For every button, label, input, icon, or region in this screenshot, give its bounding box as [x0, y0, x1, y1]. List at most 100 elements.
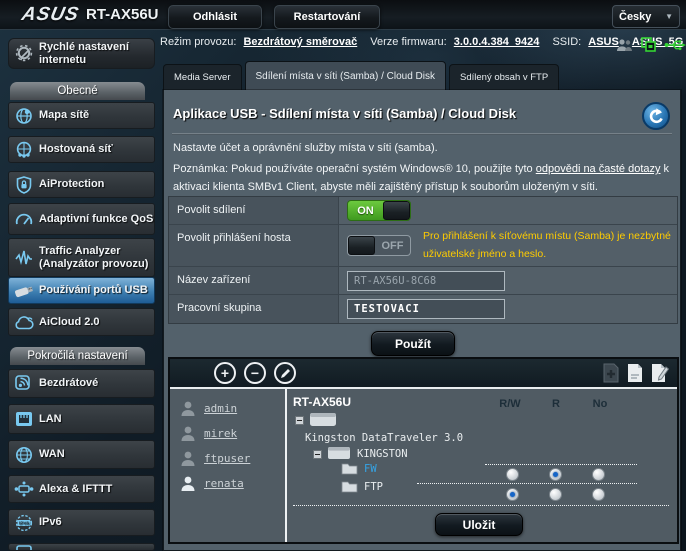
language-selector[interactable]: Česky ▼	[612, 5, 680, 28]
user-name: mirek	[204, 427, 237, 440]
ssid-24g-link[interactable]: ASUS	[588, 36, 619, 48]
sidebar-item-traffic-analyzer[interactable]: Traffic Analyzer (Analyzátor provozu)	[8, 238, 155, 277]
sidebar-item-label: Alexa & IFTTT	[39, 483, 112, 496]
share-toolbar: + −	[170, 359, 677, 389]
sidebar-item-adaptive-qos[interactable]: Adaptivní funkce QoS	[8, 203, 155, 235]
toggle-knob	[348, 236, 375, 255]
waveform-icon	[9, 250, 39, 266]
toggle-off-label: OFF	[375, 236, 410, 255]
sidebar-item-aicloud[interactable]: AiCloud 2.0	[8, 308, 155, 336]
sidebar-item-label: AiProtection	[39, 178, 104, 191]
usb-plug-icon[interactable]	[664, 38, 686, 52]
radio-fw-no[interactable]	[592, 468, 605, 481]
sidebar-item-label: LAN	[39, 413, 62, 426]
sidebar-item-network-map[interactable]: Mapa sítě	[8, 102, 155, 129]
user-icon	[180, 400, 196, 417]
partition-label[interactable]: KINGSTON	[357, 448, 408, 460]
sidebar-item-guest-network[interactable]: Hostovaná síť	[8, 136, 155, 163]
usb-disk-icon[interactable]	[309, 410, 337, 427]
operation-mode-link[interactable]: Bezdrátový směrovač	[243, 36, 357, 48]
user-icon	[180, 450, 196, 467]
tab-bar: Media Server Sdílení místa v síti (Samba…	[163, 61, 559, 90]
title-divider	[172, 133, 672, 135]
user-icon	[180, 425, 196, 442]
table-row: Povolit přihlášení hosta OFF Pro přihláš…	[169, 225, 677, 267]
logout-button[interactable]: Odhlásit	[168, 5, 262, 29]
apply-button[interactable]: Použít	[371, 331, 455, 356]
save-button[interactable]: Uložit	[435, 513, 523, 536]
guest-login-toggle[interactable]: OFF	[347, 235, 411, 256]
router-admin-screen: ASUS RT-AX56U Odhlásit Restartování Česk…	[0, 0, 686, 551]
workgroup-field[interactable]: TESTOVACI	[347, 299, 505, 319]
user-row-mirek[interactable]: mirek	[170, 421, 285, 446]
printer-icon[interactable]	[640, 37, 657, 53]
status-bar: Režim provozu: Bezdrátový směrovač Verze…	[160, 36, 686, 48]
sidebar-item-label: IPv6	[39, 516, 62, 529]
collapse-disk-button[interactable]	[295, 416, 304, 425]
remove-user-button[interactable]: −	[244, 362, 266, 384]
sidebar-item-alexa-ifttt[interactable]: Alexa & IFTTT	[8, 475, 155, 503]
radio-ftp-rw-selected[interactable]	[506, 488, 519, 501]
sidebar-item-usb-application[interactable]: Používání portů USB	[8, 277, 155, 304]
user-row-ftpuser[interactable]: ftpuser	[170, 446, 285, 471]
edit-document-icon[interactable]	[651, 363, 669, 383]
enable-share-label: Povolit sdílení	[169, 197, 339, 224]
user-row-renata-selected[interactable]: renata	[170, 471, 285, 496]
radio-fw-r-selected[interactable]	[549, 468, 562, 481]
user-row-admin[interactable]: admin	[170, 396, 285, 421]
guest-login-hint: Pro přihlášení k síťovému místu (Samba) …	[423, 228, 686, 263]
gear-wand-icon	[9, 44, 39, 63]
column-header-r: R	[536, 398, 576, 410]
sidebar-item-aiprotection[interactable]: AiProtection	[8, 171, 155, 198]
folder-tree-panel: RT-AX56U Kingston DataTraveler 3.0 KINGS…	[287, 389, 677, 542]
document-icon[interactable]	[627, 363, 643, 383]
tab-ftp-share[interactable]: Sdílený obsah v FTP	[449, 64, 559, 90]
enable-share-toggle[interactable]: ON	[347, 200, 411, 221]
sidebar-item-lan[interactable]: LAN	[8, 404, 155, 434]
samba-settings-table: Povolit sdílení ON Povolit přihlášení ho…	[168, 196, 678, 324]
disk-label[interactable]: Kingston DataTraveler 3.0	[305, 432, 463, 444]
sidebar-item-label: Bezdrátové	[39, 377, 98, 390]
sidebar-item-label: Hostovaná síť	[39, 143, 113, 156]
radio-ftp-no[interactable]	[592, 488, 605, 501]
user-icon-selected	[180, 475, 196, 492]
sidebar-item-wan[interactable]: WAN	[8, 440, 155, 469]
tab-samba-cloud-disk[interactable]: Sdílení místa v síti (Samba) / Cloud Dis…	[245, 61, 447, 90]
radio-ftp-r[interactable]	[549, 488, 562, 501]
add-share-doc-icon[interactable]	[603, 363, 619, 383]
faq-link[interactable]: odpovědi na časté dotazy	[536, 163, 661, 175]
quick-internet-setup-button[interactable]: Rychlé nastavení internetu	[8, 38, 155, 69]
toggle-knob	[383, 201, 410, 220]
radio-fw-rw[interactable]	[506, 468, 519, 481]
table-row: Název zařízení RT-AX56U-8C68	[169, 267, 677, 295]
edit-user-button[interactable]	[274, 362, 296, 384]
folder-icon[interactable]	[341, 462, 358, 475]
folder-icon[interactable]	[341, 480, 358, 493]
add-user-button[interactable]: +	[214, 362, 236, 384]
top-header: ASUS RT-AX56U Odhlásit Restartování Česk…	[0, 0, 686, 30]
reboot-button[interactable]: Restartování	[274, 5, 380, 29]
cloud-icon	[9, 315, 39, 330]
ethernet-port-icon	[9, 411, 39, 427]
chevron-down-icon: ▼	[665, 12, 673, 21]
tab-media-server[interactable]: Media Server	[163, 64, 242, 90]
back-button[interactable]	[642, 102, 670, 130]
sidebar-item-label: WAN	[39, 448, 65, 461]
partition-icon[interactable]	[327, 445, 351, 460]
folder-label-ftp[interactable]: FTP	[364, 481, 383, 493]
sidebar-item-partial[interactable]	[8, 543, 155, 551]
clients-icon[interactable]	[616, 38, 633, 53]
network-map-icon	[9, 107, 39, 125]
column-header-no: No	[580, 398, 620, 410]
collapse-partition-button[interactable]	[313, 450, 322, 459]
section-header-general: Obecné	[10, 82, 145, 100]
firmware-version-link[interactable]: 3.0.0.4.384_9424	[454, 36, 540, 48]
table-row: Pracovní skupina TESTOVACI	[169, 295, 677, 323]
vpn-icon	[9, 543, 39, 551]
sidebar-item-wireless[interactable]: Bezdrátové	[8, 369, 155, 398]
gauge-icon	[9, 211, 39, 227]
folder-label-fw[interactable]: FW	[364, 463, 377, 475]
page-description: Nastavte účet a oprávnění služby místa v…	[173, 142, 438, 154]
sidebar-item-ipv6[interactable]: IPV6 IPv6	[8, 509, 155, 536]
device-name-field[interactable]: RT-AX56U-8C68	[347, 271, 505, 291]
